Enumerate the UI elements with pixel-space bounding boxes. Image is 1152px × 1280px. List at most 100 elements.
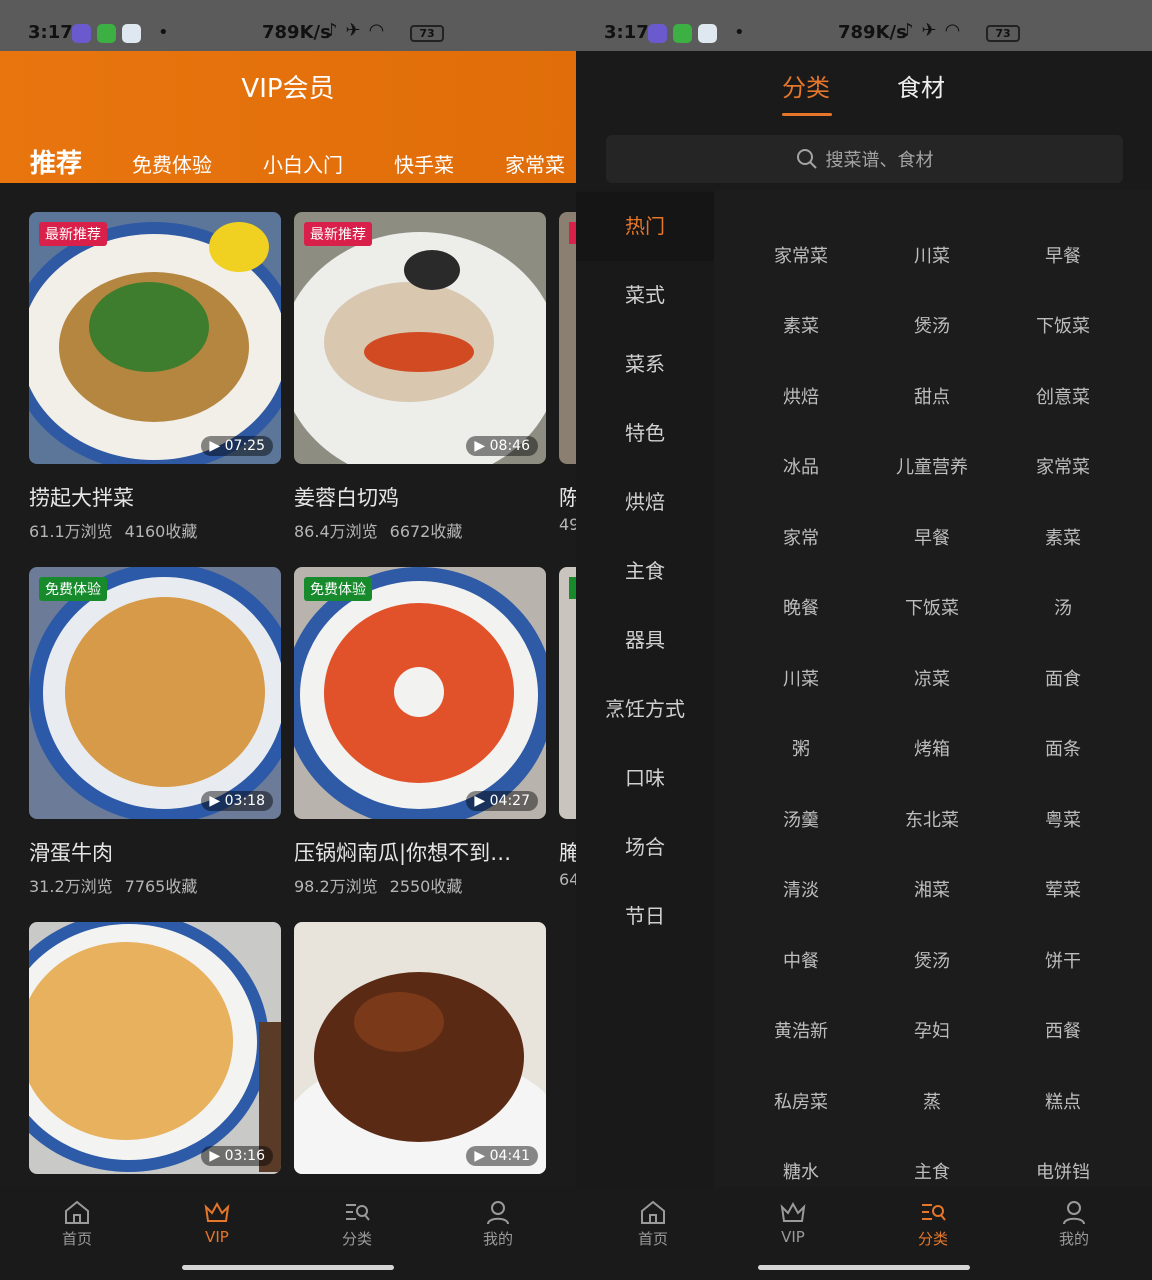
category-item[interactable]: 糖水 (736, 1158, 866, 1184)
category-item[interactable]: 素菜 (736, 312, 866, 338)
category-item[interactable]: 素菜 (998, 524, 1128, 550)
recipe-thumbnail[interactable]: 最新推荐 ▶ 08:46 (294, 212, 546, 464)
category-item[interactable]: 黄浩新 (736, 1017, 866, 1043)
nav-label: VIP (781, 1228, 805, 1246)
category-item[interactable]: 家常菜 (998, 453, 1128, 479)
category-item[interactable]: 家常菜 (736, 242, 866, 268)
sidebar-item-utensils[interactable]: 器具 (576, 606, 714, 675)
category-item[interactable]: 蒸 (867, 1088, 997, 1114)
recipe-card[interactable]: ▶ 04:41 (294, 922, 546, 1174)
category-item[interactable]: 汤羹 (736, 806, 866, 832)
cloud-app-icon (698, 24, 717, 43)
category-item[interactable]: 主食 (867, 1158, 997, 1184)
category-item[interactable]: 凉菜 (867, 665, 997, 691)
recipe-title[interactable]: 滑蛋牛肉 (29, 837, 281, 867)
duration-text: 07:25 (224, 438, 265, 454)
recipe-card[interactable]: 免费体验 ▶ 03:18 滑蛋牛肉 31.2万浏览 7765收藏 (29, 567, 281, 897)
category-item[interactable]: 冰品 (736, 453, 866, 479)
tab-beginner[interactable]: 小白入门 (263, 149, 343, 178)
category-item[interactable]: 烘焙 (736, 383, 866, 409)
duration-text: 03:18 (224, 793, 265, 809)
sidebar-item-cuisine[interactable]: 菜系 (576, 330, 714, 399)
category-item[interactable]: 湘菜 (867, 876, 997, 902)
tab-ingredients[interactable]: 食材 (897, 68, 945, 103)
nav-vip[interactable]: VIP (167, 1199, 267, 1246)
category-item[interactable]: 早餐 (998, 242, 1128, 268)
category-item[interactable]: 荤菜 (998, 876, 1128, 902)
sidebar-item-hot[interactable]: 热门 (576, 192, 714, 261)
category-item[interactable]: 东北菜 (867, 806, 997, 832)
category-item[interactable]: 早餐 (867, 524, 997, 550)
category-search-icon (922, 1204, 946, 1221)
recipe-thumbnail-partial[interactable] (559, 567, 576, 819)
recipe-card[interactable]: 最新推荐 ▶ 08:46 姜蓉白切鸡 86.4万浏览 6672收藏 (294, 212, 546, 542)
sidebar-item-baking[interactable]: 烘焙 (576, 468, 714, 537)
recipe-title[interactable]: 捞起大拌菜 (29, 482, 281, 512)
nav-home[interactable]: 首页 (603, 1199, 703, 1249)
category-item[interactable]: 创意菜 (998, 383, 1128, 409)
tab-home-cooking[interactable]: 家常菜 (505, 149, 565, 178)
view-count: 31.2万浏览 (29, 877, 113, 896)
home-indicator[interactable] (758, 1265, 970, 1270)
category-item[interactable]: 西餐 (998, 1017, 1128, 1043)
sidebar-item-flavor[interactable]: 口味 (576, 744, 714, 813)
recipe-card[interactable]: 免费体验 ▶ 04:27 压锅焖南瓜|你想不到… 98.2万浏览 2550收藏 (294, 567, 546, 897)
search-input[interactable]: 搜菜谱、食材 (606, 135, 1123, 183)
recipe-thumbnail[interactable]: 最新推荐 ▶ 07:25 (29, 212, 281, 464)
nav-home[interactable]: 首页 (27, 1199, 127, 1249)
user-icon (487, 1201, 509, 1225)
recipe-card[interactable]: ▶ 03:16 (29, 922, 281, 1174)
recipe-thumbnail[interactable]: 免费体验 ▶ 04:27 (294, 567, 546, 819)
tab-quick-dishes[interactable]: 快手菜 (394, 149, 454, 178)
category-item[interactable]: 孕妇 (867, 1017, 997, 1043)
category-item[interactable]: 私房菜 (736, 1088, 866, 1114)
tab-category[interactable]: 分类 (782, 68, 830, 103)
tab-recommend[interactable]: 推荐 (30, 143, 82, 180)
sidebar-item-occasion[interactable]: 场合 (576, 813, 714, 882)
download-app-icon (97, 24, 116, 43)
search-placeholder: 搜菜谱、食材 (825, 150, 934, 171)
category-item[interactable]: 甜点 (867, 383, 997, 409)
category-item[interactable]: 面条 (998, 735, 1128, 761)
recipe-thumbnail-partial[interactable] (559, 212, 576, 464)
recipe-card[interactable]: 最新推荐 ▶ 07:25 捞起大拌菜 61.1万浏览 4160收藏 (29, 212, 281, 542)
recipe-thumbnail[interactable]: ▶ 04:41 (294, 922, 546, 1174)
category-item[interactable]: 家常 (736, 524, 866, 550)
tab-free-trial[interactable]: 免费体验 (132, 149, 212, 178)
category-item[interactable]: 清淡 (736, 876, 866, 902)
sidebar-item-festival[interactable]: 节日 (576, 882, 714, 951)
recipe-title[interactable]: 姜蓉白切鸡 (294, 482, 546, 512)
sidebar-item-dish-type[interactable]: 菜式 (576, 261, 714, 330)
category-item[interactable]: 下饭菜 (867, 594, 997, 620)
nav-vip[interactable]: VIP (743, 1199, 843, 1246)
category-item[interactable]: 烤箱 (867, 735, 997, 761)
nav-profile[interactable]: 我的 (1024, 1199, 1124, 1249)
sidebar-item-cooking-method[interactable]: 烹饪方式 (576, 675, 714, 744)
nav-category[interactable]: 分类 (883, 1199, 983, 1249)
recipe-thumbnail[interactable]: 免费体验 ▶ 03:18 (29, 567, 281, 819)
category-item[interactable]: 面食 (998, 665, 1128, 691)
recipe-thumbnail[interactable]: ▶ 03:16 (29, 922, 281, 1174)
home-indicator[interactable] (182, 1265, 394, 1270)
category-item[interactable]: 粤菜 (998, 806, 1128, 832)
category-item[interactable]: 粥 (736, 735, 866, 761)
nav-profile[interactable]: 我的 (448, 1199, 548, 1249)
category-item[interactable]: 川菜 (867, 242, 997, 268)
category-item[interactable]: 下饭菜 (998, 312, 1128, 338)
category-item[interactable]: 煲汤 (867, 947, 997, 973)
category-item[interactable]: 汤 (998, 594, 1128, 620)
category-item[interactable]: 煲汤 (867, 312, 997, 338)
category-item[interactable]: 川菜 (736, 665, 866, 691)
recipe-title[interactable]: 压锅焖南瓜|你想不到… (294, 837, 546, 867)
category-item[interactable]: 饼干 (998, 947, 1128, 973)
recipe-title-partial[interactable]: 陈 (559, 482, 576, 512)
category-item[interactable]: 晚餐 (736, 594, 866, 620)
sidebar-item-staple[interactable]: 主食 (576, 537, 714, 606)
category-item[interactable]: 儿童营养 (867, 453, 997, 479)
category-item[interactable]: 电饼铛 (998, 1158, 1128, 1184)
category-item[interactable]: 中餐 (736, 947, 866, 973)
category-item[interactable]: 糕点 (998, 1088, 1128, 1114)
sidebar-item-special[interactable]: 特色 (576, 399, 714, 468)
nav-category[interactable]: 分类 (307, 1199, 407, 1249)
recipe-title-partial[interactable]: 腌 (559, 837, 576, 867)
